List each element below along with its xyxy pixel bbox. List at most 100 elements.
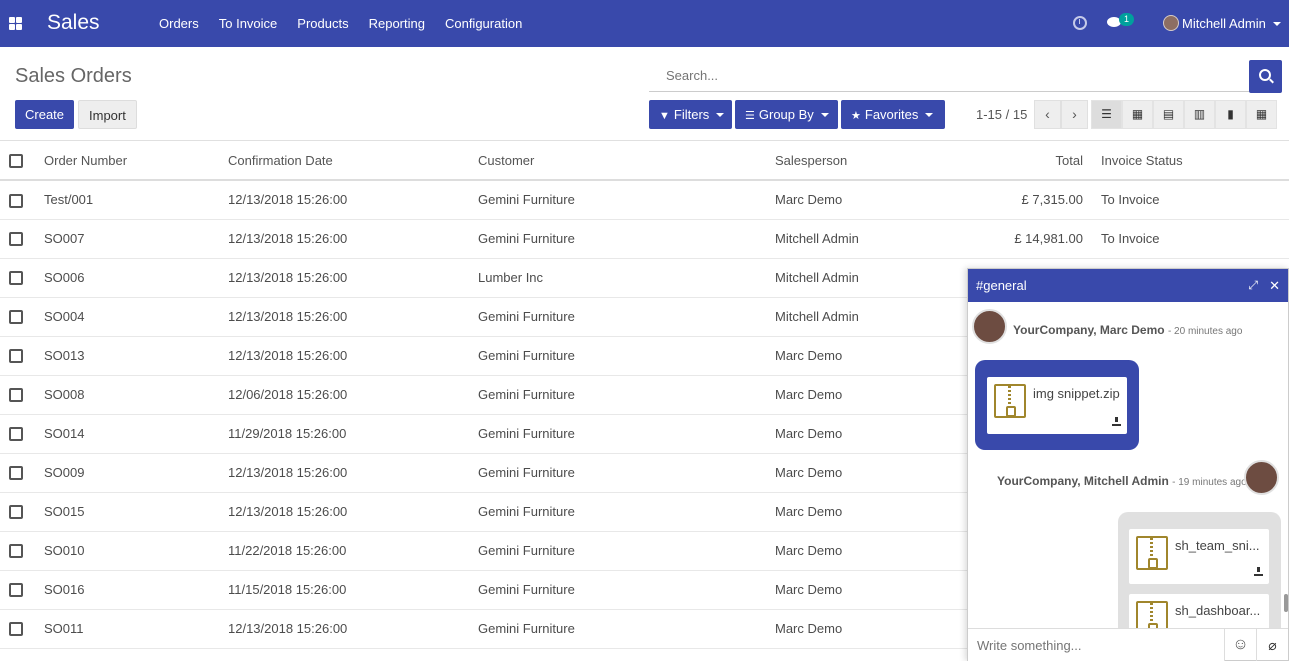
calendar-view-button[interactable]: ▤ bbox=[1153, 100, 1184, 129]
header-confirmation-date[interactable]: Confirmation Date bbox=[228, 141, 478, 181]
search-bar bbox=[649, 60, 1249, 92]
caret-down-icon bbox=[1272, 22, 1281, 26]
row-checkbox[interactable] bbox=[9, 427, 23, 442]
table-icon: ▥ bbox=[1193, 107, 1206, 121]
search-button[interactable] bbox=[1249, 60, 1282, 93]
cell-total: £ 7,315.00 bbox=[975, 180, 1101, 220]
cell-confirmation-date: 11/29/2018 15:26:00 bbox=[228, 414, 478, 454]
cell-order-number: SO010 bbox=[44, 531, 228, 571]
cell-invoice-status: To Invoice bbox=[1101, 219, 1289, 259]
create-button[interactable]: Create bbox=[15, 100, 75, 129]
download-icon[interactable] bbox=[1112, 417, 1121, 426]
row-checkbox[interactable] bbox=[9, 466, 23, 481]
attachment-card[interactable]: sh_dashboar... bbox=[1129, 594, 1269, 628]
smiley-icon: ☺ bbox=[1232, 636, 1249, 653]
import-button[interactable]: Import bbox=[78, 100, 137, 129]
cell-confirmation-date: 12/13/2018 15:26:00 bbox=[228, 297, 478, 337]
cell-customer: Gemini Furniture bbox=[478, 219, 775, 259]
search-input[interactable] bbox=[649, 60, 1249, 91]
cell-customer: Gemini Furniture bbox=[478, 180, 775, 220]
caret-down-icon bbox=[925, 113, 934, 117]
cell-salesperson: Marc Demo bbox=[775, 570, 975, 610]
row-select-cell bbox=[0, 336, 44, 376]
cell-order-number: SO007 bbox=[44, 219, 228, 259]
message-input[interactable] bbox=[968, 629, 1224, 661]
download-icon[interactable] bbox=[1254, 567, 1263, 576]
cell-salesperson: Marc Demo bbox=[775, 375, 975, 415]
menu-item-reporting[interactable]: Reporting bbox=[369, 16, 425, 31]
cell-confirmation-date: 12/13/2018 15:26:00 bbox=[228, 609, 478, 649]
close-icon[interactable]: ✕ bbox=[1269, 269, 1280, 302]
row-checkbox[interactable] bbox=[9, 310, 23, 325]
message-time: - 19 minutes ago bbox=[1172, 477, 1247, 488]
menu-item-to-invoice[interactable]: To Invoice bbox=[219, 16, 278, 31]
app-brand[interactable]: Sales bbox=[47, 11, 100, 35]
cell-confirmation-date: 12/13/2018 15:26:00 bbox=[228, 219, 478, 259]
row-checkbox[interactable] bbox=[9, 193, 23, 208]
header-total[interactable]: Total bbox=[975, 141, 1101, 181]
header-invoice-status[interactable]: Invoice Status bbox=[1101, 141, 1289, 181]
activity-clock-icon[interactable] bbox=[1073, 16, 1087, 30]
attach-button[interactable]: ⌀ bbox=[1256, 629, 1288, 661]
cell-order-number: SO008 bbox=[44, 375, 228, 415]
row-select-cell bbox=[0, 375, 44, 415]
list-view-button[interactable]: ☰ bbox=[1091, 100, 1122, 129]
row-checkbox[interactable] bbox=[9, 271, 23, 286]
header-customer[interactable]: Customer bbox=[478, 141, 775, 181]
bars-icon: ☰ bbox=[745, 110, 755, 122]
message-time: - 20 minutes ago bbox=[1167, 326, 1243, 337]
cell-confirmation-date: 11/22/2018 15:26:00 bbox=[228, 531, 478, 571]
header-order-number[interactable]: Order Number bbox=[44, 141, 228, 181]
table-row[interactable]: Test/001 12/13/2018 15:26:00 Gemini Furnit… bbox=[0, 180, 1289, 220]
menu-item-configuration[interactable]: Configuration bbox=[445, 16, 522, 31]
cell-order-number: SO013 bbox=[44, 336, 228, 376]
cell-order-number: SO009 bbox=[44, 453, 228, 493]
cell-salesperson: Marc Demo bbox=[775, 336, 975, 376]
expand-icon[interactable]: ⤢ bbox=[1248, 269, 1258, 302]
message-author: YourCompany, Mitchell Admin - 19 minutes… bbox=[997, 474, 1247, 488]
row-checkbox[interactable] bbox=[9, 583, 23, 598]
cell-customer: Gemini Furniture bbox=[478, 297, 775, 337]
dashboard-view-button[interactable]: ▦ bbox=[1246, 100, 1277, 129]
pager-value[interactable]: 1-15 / 15 bbox=[976, 107, 1027, 122]
kanban-view-button[interactable]: ▦ bbox=[1122, 100, 1153, 129]
emoji-button[interactable]: ☺ bbox=[1224, 629, 1256, 661]
user-avatar[interactable] bbox=[1163, 15, 1179, 31]
kanban-icon: ▦ bbox=[1131, 107, 1144, 121]
row-select-cell bbox=[0, 531, 44, 571]
pivot-view-button[interactable]: ▥ bbox=[1184, 100, 1215, 129]
select-all-cell bbox=[0, 141, 44, 181]
chat-scrollbar[interactable] bbox=[1284, 594, 1288, 612]
page-title: Sales Orders bbox=[15, 65, 132, 87]
filters-button[interactable]: ▼ Filters bbox=[649, 100, 732, 129]
menu-item-products[interactable]: Products bbox=[297, 16, 348, 31]
row-select-cell bbox=[0, 570, 44, 610]
row-checkbox[interactable] bbox=[9, 349, 23, 364]
header-salesperson[interactable]: Salesperson bbox=[775, 141, 975, 181]
table-row[interactable]: SO007 12/13/2018 15:26:00 Gemini Furniture… bbox=[0, 219, 1289, 259]
filter-icon: ▼ bbox=[659, 110, 670, 122]
menu-item-orders[interactable]: Orders bbox=[159, 16, 199, 31]
row-checkbox[interactable] bbox=[9, 544, 23, 559]
row-checkbox[interactable] bbox=[9, 388, 23, 403]
cell-salesperson: Mitchell Admin bbox=[775, 297, 975, 337]
attachment-card[interactable]: img snippet.zip bbox=[987, 377, 1127, 434]
favorites-label: Favorites bbox=[864, 107, 919, 122]
user-menu[interactable]: Mitchell Admin bbox=[1182, 16, 1281, 31]
cell-customer: Gemini Furniture bbox=[478, 570, 775, 610]
cell-customer: Gemini Furniture bbox=[478, 609, 775, 649]
row-checkbox[interactable] bbox=[9, 232, 23, 247]
cell-salesperson: Marc Demo bbox=[775, 609, 975, 649]
attachment-card[interactable]: sh_team_sni... bbox=[1129, 529, 1269, 584]
apps-menu-icon[interactable] bbox=[9, 17, 22, 30]
pager-next-button[interactable]: › bbox=[1061, 100, 1088, 129]
row-checkbox[interactable] bbox=[9, 505, 23, 520]
select-all-checkbox[interactable] bbox=[9, 153, 23, 168]
pager-previous-button[interactable]: ‹ bbox=[1034, 100, 1061, 129]
graph-view-button[interactable]: ▮ bbox=[1215, 100, 1246, 129]
group-by-button[interactable]: ☰ Group By bbox=[735, 100, 838, 129]
favorites-button[interactable]: ★ Favorites bbox=[841, 100, 945, 129]
chat-header[interactable]: #general ⤢ ✕ bbox=[968, 269, 1288, 302]
bar-chart-icon: ▮ bbox=[1227, 107, 1234, 121]
row-checkbox[interactable] bbox=[9, 622, 23, 637]
